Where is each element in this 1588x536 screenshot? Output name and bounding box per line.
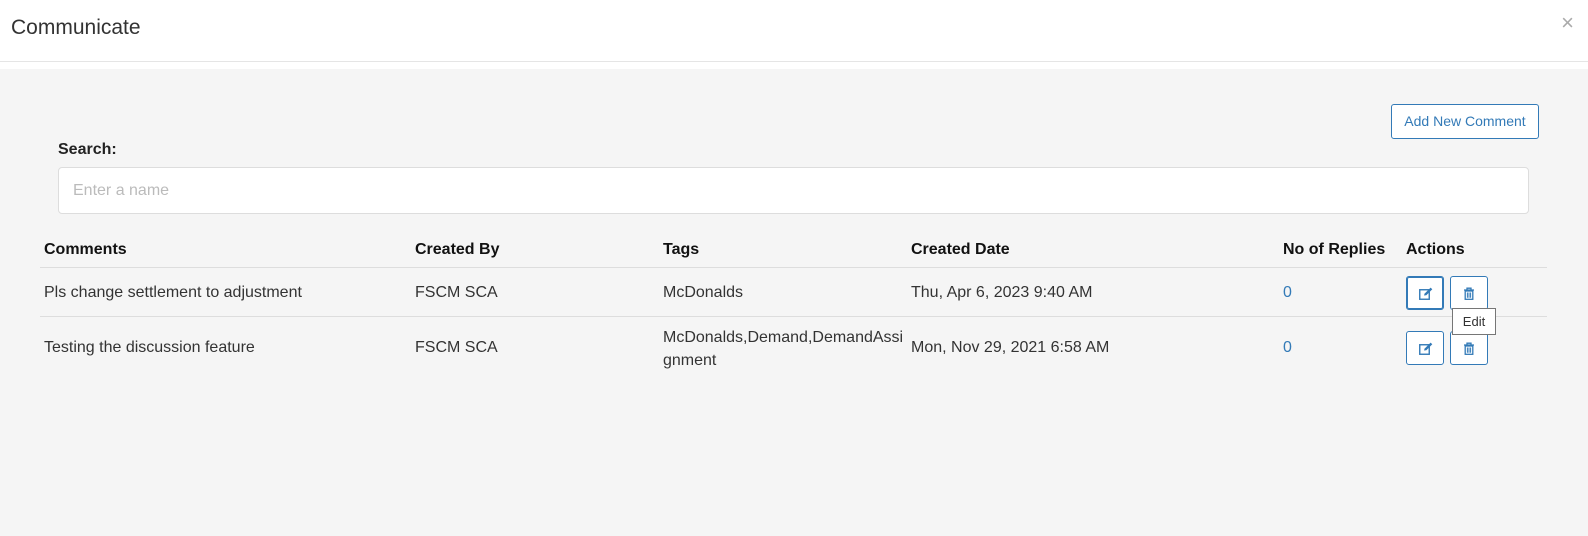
- replies-link[interactable]: 0: [1283, 339, 1292, 357]
- created-by: FSCM SCA: [415, 339, 498, 356]
- header-tags[interactable]: Tags: [663, 241, 699, 259]
- tags: McDonalds: [663, 284, 744, 301]
- created-date: Thu, Apr 6, 2023 9:40 AM: [911, 284, 1093, 301]
- delete-button[interactable]: [1450, 276, 1488, 310]
- replies-link[interactable]: 0: [1283, 284, 1292, 302]
- trash-icon: [1464, 287, 1474, 300]
- add-new-comment-button[interactable]: Add New Comment: [1391, 104, 1539, 139]
- created-by: FSCM SCA: [415, 284, 498, 301]
- header-replies[interactable]: No of Replies: [1283, 241, 1385, 259]
- delete-button[interactable]: [1450, 331, 1488, 365]
- modal-body: Add New Comment Search: Comments Created…: [0, 69, 1588, 536]
- search-input[interactable]: [58, 167, 1529, 214]
- table-row: Testing the discussion feature FSCM SCA …: [40, 317, 1547, 377]
- modal-header: Communicate ×: [0, 0, 1588, 62]
- comment-text: Pls change settlement to adjustment: [44, 284, 302, 301]
- edit-icon: [1419, 342, 1433, 355]
- edit-button[interactable]: [1406, 331, 1444, 365]
- comment-text: Testing the discussion feature: [44, 339, 255, 356]
- header-created-by[interactable]: Created By: [415, 241, 499, 259]
- edit-button[interactable]: [1406, 276, 1444, 310]
- created-date: Mon, Nov 29, 2021 6:58 AM: [911, 339, 1110, 356]
- search-label: Search:: [58, 141, 117, 158]
- edit-icon: [1419, 287, 1433, 300]
- table-row: Pls change settlement to adjustment FSCM…: [40, 267, 1547, 317]
- header-comments[interactable]: Comments: [44, 241, 127, 259]
- trash-icon: [1464, 342, 1474, 355]
- header-created-date[interactable]: Created Date: [911, 241, 1010, 259]
- tags: McDonalds,Demand,DemandAssignment: [663, 329, 904, 369]
- header-actions: Actions: [1406, 241, 1465, 258]
- edit-tooltip: Edit: [1452, 308, 1496, 335]
- modal-title: Communicate: [11, 16, 141, 39]
- close-button[interactable]: ×: [1561, 12, 1574, 34]
